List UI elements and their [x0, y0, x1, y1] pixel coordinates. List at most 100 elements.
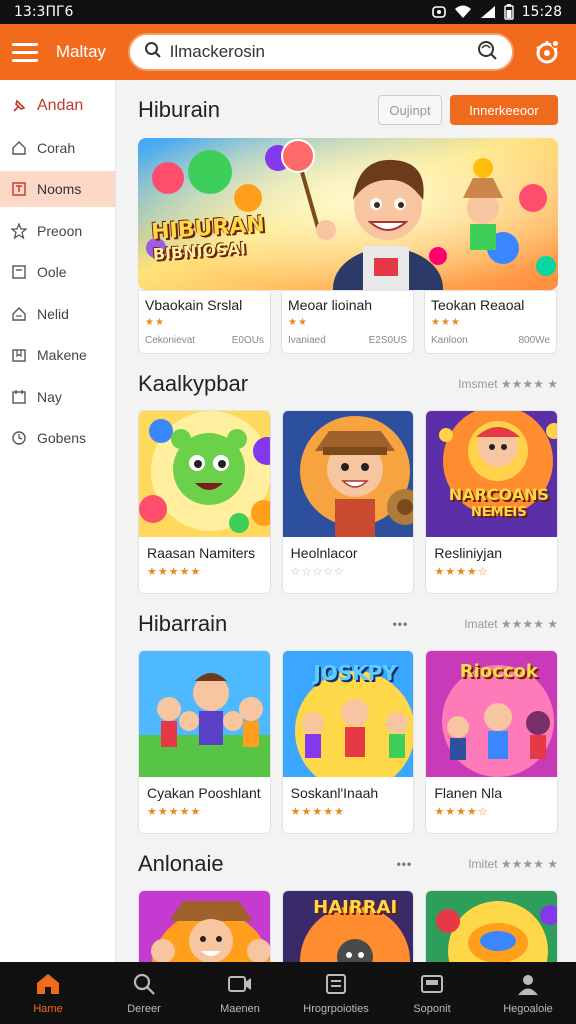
game-thumbnail: NARCOANS NEMEIS [426, 411, 558, 537]
document-icon [10, 180, 28, 198]
section-title: Kaalkypbar [138, 371, 249, 396]
rating-stars: ★★ [288, 317, 308, 328]
sidebar-item-andan[interactable]: Andan [0, 88, 115, 124]
notification-icon[interactable] [530, 35, 564, 69]
game-thumbnail [426, 891, 558, 962]
nav-label: Hrogrpoioties [303, 1002, 369, 1015]
hero-banner-title: HIBURAN BIBNIOSAI [150, 212, 266, 264]
game-thumbnail [139, 411, 270, 537]
game-card[interactable]: Raasan Namiters ★★★★★ [138, 410, 271, 594]
section-header: Hiburain Oujinpt Innerkeeoor [138, 88, 558, 132]
privacy-icon [431, 5, 446, 19]
nav-video[interactable]: Maenen [192, 962, 288, 1024]
document-icon [10, 263, 28, 281]
battery-icon [503, 4, 514, 20]
game-card[interactable]: NARCOANS NEMEIS Resliniyjan ★★★★☆ [425, 410, 559, 594]
hero-banner-art [138, 138, 558, 290]
game-grid: HAIRRAI [138, 890, 559, 962]
primary-button[interactable]: Innerkeeoor [450, 95, 558, 125]
card-meta-left: Ivaniaed [288, 335, 326, 346]
see-more-link[interactable]: ••• Imitet ★★★★ ★ [397, 857, 558, 871]
card-meta-right: E0OUs [231, 335, 264, 346]
card-title: Heolnlacor [290, 545, 358, 561]
sidebar-item-nooms[interactable]: Nooms [0, 171, 115, 207]
card-meta-left: Kanloon [431, 335, 468, 346]
sidebar-item-label: Gobens [37, 430, 87, 446]
card-meta-right: 800We [518, 335, 550, 346]
nav-home[interactable]: Hame [0, 962, 96, 1024]
game-card[interactable] [138, 890, 271, 962]
card-meta-right: E2S0US [368, 335, 407, 346]
section-header: Anlonaie ••• Imitet ★★★★ ★ [138, 842, 558, 886]
nav-profile[interactable]: Hegoaloie [480, 962, 576, 1024]
nav-search[interactable]: Dereer [96, 962, 192, 1024]
sidebar-item-label: Nooms [37, 181, 82, 197]
voice-search-icon[interactable] [476, 39, 498, 66]
search-input[interactable] [169, 42, 477, 62]
status-time-right: 15:28 [521, 4, 562, 20]
sidebar-item-corah[interactable]: Corah [0, 130, 115, 166]
game-logo-text: JOSKPY [313, 661, 397, 685]
nav-list[interactable]: Hrogrpoioties [288, 962, 384, 1024]
rating-stars: ★★ [145, 317, 165, 328]
see-more-link[interactable]: Imsmet ★★★★ ★ [458, 377, 558, 391]
sidebar-item-label: Nelid [37, 305, 69, 322]
search-icon [144, 41, 162, 64]
bottom-navigation: Hame Dereer Maenen Hrogrpoioties Soponit… [0, 962, 576, 1024]
nav-label: Hegoaloie [503, 1002, 553, 1015]
pin-icon [10, 97, 28, 115]
game-card[interactable]: Heolnlacor ☆☆☆☆☆ [281, 410, 415, 594]
sidebar-item-gobens[interactable]: Gobens [0, 420, 115, 456]
game-thumbnail [139, 891, 270, 962]
app-header: Maltay [0, 24, 576, 80]
game-card[interactable]: Rioccok Flanen Nla ★★★★☆ [425, 650, 559, 834]
section-header: Hibarrain ••• Imatet ★★★★ ★ [138, 602, 558, 646]
rating-stars: ☆☆☆☆☆ [290, 566, 345, 578]
game-thumbnail: Rioccok [426, 651, 558, 777]
card-title: Vbaokain Srslal [145, 297, 243, 313]
card-title: Cyakan Pooshlant [147, 785, 261, 801]
home-icon [10, 139, 28, 157]
video-icon [227, 972, 253, 999]
rating-stars: ★★★★★ [147, 806, 202, 818]
game-logo-text: Rioccok [459, 661, 538, 682]
sidebar-item-label: Corah [37, 139, 76, 156]
featured-card[interactable]: Teokan Reaoal ★★★ Kanloon 800We [424, 290, 557, 354]
secondary-button[interactable]: Oujinpt [378, 95, 442, 125]
calendar-icon [10, 388, 28, 406]
sidebar-item-makene[interactable]: Makene [0, 337, 115, 373]
card-title: Flanen Nla [434, 785, 503, 801]
game-grid: Cyakan Pooshlant ★★★★★ JOSKPY Soskanl'In… [138, 650, 559, 834]
menu-icon[interactable] [12, 35, 46, 69]
featured-card[interactable]: Meoar lioinah ★★ Ivaniaed E2S0US [281, 290, 414, 354]
game-card[interactable] [425, 890, 559, 962]
status-bar: 13:3ПГ6 15:28 [0, 0, 576, 24]
nav-games[interactable]: Soponit [384, 962, 480, 1024]
card-title: Teokan Reaoal [431, 297, 525, 313]
main-content: Hiburain Oujinpt Innerkeeoor HIBURAN BIB… [116, 80, 576, 962]
card-meta-left: Cekonievat [145, 335, 196, 346]
wifi-icon [454, 5, 472, 19]
card-title: Raasan Namiters [147, 545, 256, 561]
sidebar-item-nelid[interactable]: Nelid [0, 296, 115, 332]
list-icon [324, 972, 348, 999]
section-title: Hiburain [138, 97, 220, 122]
sidebar-item-nay[interactable]: Nay [0, 379, 115, 415]
sidebar-item-preoon[interactable]: Preoon [0, 213, 115, 249]
sidebar-item-oole[interactable]: Oole [0, 254, 115, 290]
see-more-link[interactable]: ••• Imatet ★★★★ ★ [393, 617, 558, 631]
game-card[interactable]: HAIRRAI [281, 890, 415, 962]
nav-label: Dereer [127, 1002, 161, 1015]
game-logo-text: NARCOANS NEMEIS [448, 485, 549, 521]
hero-banner[interactable]: HIBURAN BIBNIOSAI [138, 138, 558, 290]
game-card[interactable]: JOSKPY Soskanl'Inaah ★★★★★ [281, 650, 415, 834]
sidebar: Andan Corah Nooms Preoon Oole Nelid Make… [0, 80, 116, 962]
search-bar[interactable] [127, 33, 515, 71]
search-icon [132, 972, 156, 999]
sidebar-item-label: Oole [37, 264, 67, 280]
featured-card[interactable]: Vbaokain Srslal ★★ Cekonievat E0OUs [138, 290, 271, 354]
rating-stars: ★★★★☆ [434, 566, 489, 578]
game-card[interactable]: Cyakan Pooshlant ★★★★★ [138, 650, 271, 834]
home-icon [10, 305, 28, 323]
game-logo-text: HAIRRAI [313, 897, 398, 918]
